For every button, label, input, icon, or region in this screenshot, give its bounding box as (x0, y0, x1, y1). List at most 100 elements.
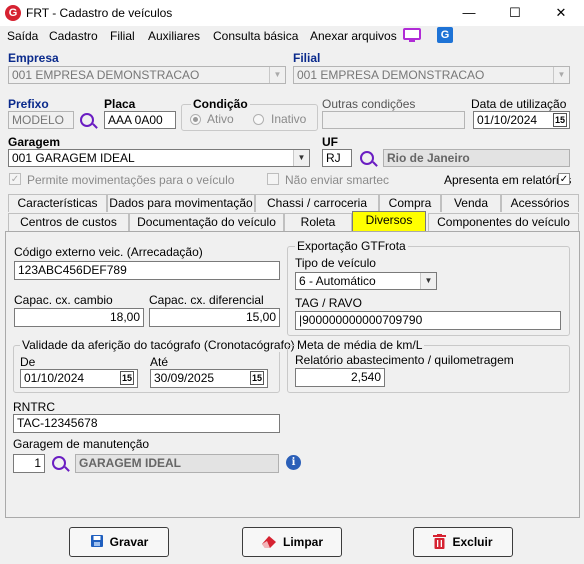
garagem-value: 001 GARAGEM IDEAL (12, 151, 135, 165)
rntrc-input[interactable]: TAC-12345678 (13, 414, 280, 433)
uf-input[interactable]: RJ (322, 149, 352, 167)
meta-label: Relatório abastecimento / quilometragem (295, 353, 514, 367)
eraser-icon (261, 536, 276, 548)
garagem-manut-name-field: GARAGEM IDEAL (75, 454, 279, 473)
close-button[interactable]: ✕ (538, 0, 584, 26)
tag-ravo-label: TAG / RAVO (295, 296, 362, 310)
ate-label: Até (150, 355, 169, 369)
tag-ravo-input[interactable]: |900000000000709790 (295, 311, 561, 330)
app-logo-icon: G (5, 5, 21, 21)
tab-dados-movimentacao[interactable]: Dados para movimentação (107, 194, 255, 212)
tab-chassi-carroceria[interactable]: Chassi / carroceria (255, 194, 379, 212)
monitor-icon[interactable] (403, 28, 421, 44)
codigo-externo-input[interactable]: 123ABC456DEF789 (14, 261, 280, 280)
tab-venda[interactable]: Venda (441, 194, 501, 212)
ate-calendar-icon[interactable]: 15 (250, 371, 264, 385)
maximize-button[interactable]: ☐ (492, 0, 538, 26)
garagem-manut-code-input[interactable]: 1 (13, 454, 45, 473)
tab-caracteristicas[interactable]: Características (8, 194, 107, 212)
ate-date-value: 30/09/2025 (154, 371, 215, 385)
condicao-label: Condição (191, 97, 250, 111)
filial-label: Filial (293, 51, 321, 65)
menu-filial[interactable]: Filial (110, 29, 135, 43)
de-calendar-icon[interactable]: 15 (120, 371, 134, 385)
data-utilizacao-label: Data de utilização (471, 97, 567, 111)
meta-title: Meta de média de km/L (295, 338, 425, 352)
de-date-value: 01/10/2024 (24, 371, 85, 385)
save-icon (90, 535, 103, 547)
apresenta-checkbox[interactable]: ✓ (558, 173, 570, 185)
empresa-select[interactable]: 001 EMPRESA DEMONSTRACAO (8, 66, 286, 84)
gtfrota-title: Exportação GTFrota (295, 239, 408, 253)
inativo-radio[interactable] (253, 114, 264, 125)
prefixo-label: Prefixo (8, 97, 49, 111)
tab-centros-custos[interactable]: Centros de custos (8, 213, 129, 231)
menu-anexar-arquivos[interactable]: Anexar arquivos (310, 29, 397, 43)
filial-dropdown-icon[interactable]: ▼ (553, 67, 569, 83)
capac-cambio-input[interactable]: 18,00 (14, 308, 144, 327)
garagem-manut-search-icon[interactable] (52, 456, 66, 470)
minimize-button[interactable]: — (446, 0, 492, 26)
prefixo-search-icon[interactable] (80, 113, 94, 127)
empresa-label: Empresa (8, 51, 59, 65)
tipo-veiculo-label: Tipo de veículo (295, 256, 376, 270)
menu-consulta-basica[interactable]: Consulta básica (213, 29, 298, 43)
tab-acessorios[interactable]: Acessórios (501, 194, 579, 212)
tipo-veiculo-select[interactable]: 6 - Automático (295, 272, 437, 290)
tab-documentacao-veiculo[interactable]: Documentação do veículo (129, 213, 284, 231)
data-utilizacao-calendar-icon[interactable]: 15 (553, 113, 567, 127)
codigo-externo-label: Código externo veic. (Arrecadação) (14, 245, 203, 259)
permite-mov-checkbox[interactable]: ✓ (9, 173, 21, 185)
capac-diferencial-label: Capac. cx. diferencial (149, 293, 264, 307)
limpar-button[interactable]: Limpar (242, 527, 342, 557)
menu-saida[interactable]: Saída (7, 29, 38, 43)
tab-componentes-veiculo[interactable]: Componentes do veículo (428, 213, 579, 231)
apresenta-label: Apresenta em relatórios (444, 173, 572, 187)
empresa-dropdown-icon[interactable]: ▼ (269, 67, 285, 83)
window-title: FRT - Cadastro de veículos (26, 6, 173, 20)
tipo-veiculo-value: 6 - Automático (299, 274, 376, 288)
inativo-label: Inativo (271, 112, 307, 126)
trash-icon (433, 534, 447, 549)
ativo-radio[interactable] (190, 114, 201, 125)
excluir-button[interactable]: Excluir (413, 527, 513, 557)
permite-mov-label: Permite movimentações para o veículo (27, 173, 235, 187)
outras-condicoes-input[interactable] (322, 111, 465, 129)
filial-value: 001 EMPRESA DEMONSTRACAO (297, 68, 485, 82)
placa-input[interactable]: AAA 0A00 (104, 111, 176, 129)
info-icon[interactable]: i (286, 455, 301, 470)
garagem-manut-label: Garagem de manutenção (13, 437, 150, 451)
tab-diversos[interactable]: Diversos (352, 211, 426, 231)
tab-roleta[interactable]: Roleta (284, 213, 352, 231)
empresa-value: 001 EMPRESA DEMONSTRACAO (12, 68, 200, 82)
uf-search-icon[interactable] (360, 151, 374, 165)
g-app-icon[interactable]: G (437, 27, 453, 43)
gravar-button[interactable]: Gravar (69, 527, 169, 557)
garagem-select[interactable]: 001 GARAGEM IDEAL (8, 149, 310, 167)
data-utilizacao-value: 01/10/2024 (477, 113, 538, 127)
garagem-label: Garagem (8, 135, 61, 149)
gravar-label: Gravar (109, 535, 149, 549)
placa-label: Placa (104, 97, 136, 111)
capac-diferencial-input[interactable]: 15,00 (149, 308, 280, 327)
nao-enviar-label: Não enviar smartec (285, 173, 390, 187)
excluir-label: Excluir (452, 535, 493, 549)
tab-compra[interactable]: Compra (379, 194, 441, 212)
menu-auxiliares[interactable]: Auxiliares (148, 29, 200, 43)
tipo-veiculo-dropdown-icon[interactable]: ▼ (420, 273, 436, 289)
rntrc-label: RNTRC (13, 400, 55, 414)
uf-label: UF (322, 135, 338, 149)
outras-condicoes-label: Outras condições (322, 97, 416, 111)
de-label: De (20, 355, 36, 369)
filial-select[interactable]: 001 EMPRESA DEMONSTRACAO (293, 66, 570, 84)
prefixo-input[interactable]: MODELO (8, 111, 74, 129)
meta-input[interactable]: 2,540 (295, 368, 385, 387)
tacografo-title: Validade da aferição do tacógrafo (Crono… (20, 338, 297, 352)
garagem-dropdown-icon[interactable]: ▼ (293, 150, 309, 166)
capac-cambio-label: Capac. cx. cambio (14, 293, 113, 307)
limpar-label: Limpar (282, 535, 323, 549)
menu-cadastro[interactable]: Cadastro (49, 29, 98, 43)
uf-name-field: Rio de Janeiro (383, 149, 570, 167)
ativo-label: Ativo (207, 112, 234, 126)
nao-enviar-checkbox[interactable] (267, 173, 279, 185)
